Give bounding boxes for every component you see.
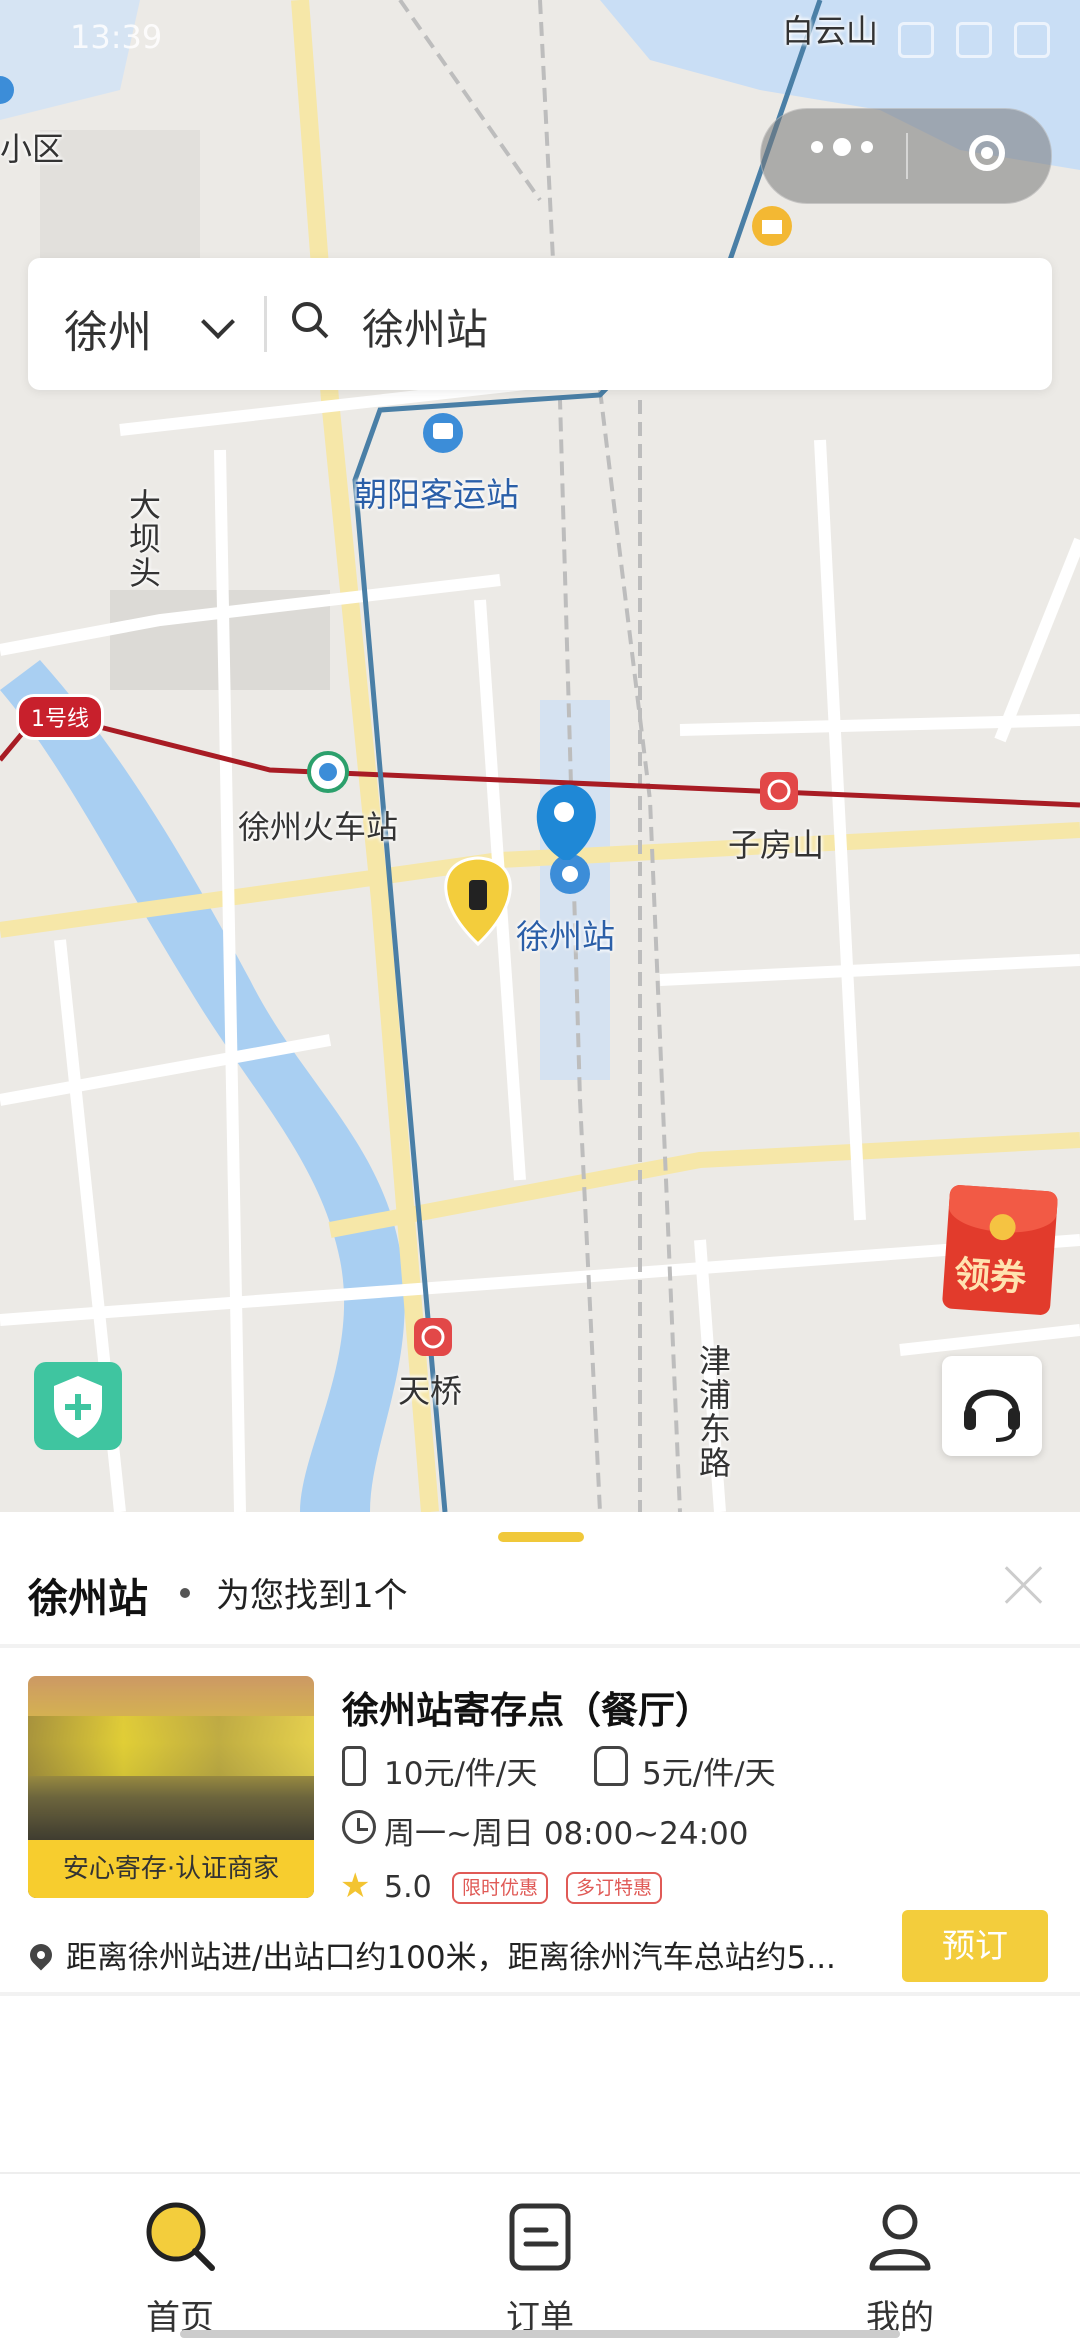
safety-shield-button[interactable] <box>34 1362 122 1450</box>
map-label-zifangshan[interactable]: 子房山 <box>728 820 824 866</box>
metro-line-badge: 1号线 <box>16 694 104 740</box>
red-envelope-icon <box>988 1213 1017 1242</box>
battery-icon <box>1014 22 1050 58</box>
map-label-tianqiao[interactable]: 天桥 <box>398 1366 462 1412</box>
miniprogram-capsule <box>760 108 1052 204</box>
map-label-chaoyang[interactable]: 朝阳客运站 <box>354 468 519 516</box>
status-time: 13:39 <box>70 18 163 56</box>
signal-icon <box>956 22 992 58</box>
order-icon <box>509 2203 571 2271</box>
headset-icon <box>964 1389 1020 1442</box>
storage-card[interactable]: 安心寄存·认证商家 徐州站寄存点（餐厅） 10元/件/天 5元/件/天 周一~周… <box>0 1648 1080 1988</box>
tag-multi-order: 多订特惠 <box>566 1872 663 1904</box>
tag-limited-offer: 限时优惠 <box>452 1872 549 1904</box>
chevron-down-icon[interactable] <box>201 305 235 339</box>
map-label-baiyunshan: 白云山 <box>782 12 879 50</box>
backpack-icon <box>594 1746 628 1786</box>
map-label-jinpu: 津浦东路 <box>694 1344 732 1480</box>
tab-bar: 首页 订单 我的 <box>0 2172 1080 2342</box>
map-canvas[interactable] <box>0 0 1080 1512</box>
shield-plus-icon <box>54 1376 102 1438</box>
map-view[interactable]: 13:39 白云山 小区 朝阳客运站 大坝头 1号线 徐州火车站 子房山 徐州站… <box>0 0 1080 1512</box>
tab-profile[interactable]: 我的 <box>810 2196 990 2338</box>
sheet-drag-handle[interactable] <box>498 1532 584 1542</box>
map-label-xuzhou-station[interactable]: 徐州站 <box>516 910 615 958</box>
storage-name[interactable]: 徐州站寄存点（餐厅） <box>342 1680 712 1734</box>
coupon-label: 领券 <box>952 1253 1028 1300</box>
rating-value: 5.0 <box>384 1870 432 1905</box>
profile-icon <box>869 2204 931 2271</box>
opening-hours: 周一~周日 08:00~24:00 <box>384 1816 749 1852</box>
certified-badge: 安心寄存·认证商家 <box>28 1840 314 1898</box>
city-selector[interactable]: 徐州 <box>64 296 152 360</box>
price-luggage: 10元/件/天 <box>384 1756 538 1792</box>
close-miniprogram-icon[interactable] <box>969 135 1005 171</box>
wifi-icon <box>898 22 934 58</box>
luggage-icon <box>342 1746 366 1786</box>
price-bag: 5元/件/天 <box>642 1756 776 1792</box>
results-title: 徐州站 <box>28 1576 148 1622</box>
tab-home[interactable]: 首页 <box>90 2196 270 2338</box>
book-button[interactable]: 预订 <box>902 1910 1048 1982</box>
map-label-xiaoqu: 小区 <box>0 130 65 168</box>
search-input[interactable]: 徐州站 <box>362 296 488 357</box>
results-count: 为您找到1个 <box>216 1576 408 1616</box>
location-pin-icon <box>25 1939 57 1971</box>
star-icon: ★ <box>340 1866 371 1906</box>
close-icon[interactable] <box>1004 1564 1044 1604</box>
map-label-daba: 大坝头 <box>124 488 162 590</box>
home-indicator <box>180 2330 900 2338</box>
results-sheet: 徐州站 为您找到1个 安心寄存·认证商家 徐州站寄存点（餐厅） 10元/件/天 … <box>0 1512 1080 2172</box>
storage-address: 距离徐州站进/出站口约100米，距离徐州汽车总站约5... <box>66 1940 836 1976</box>
status-bar: 13:39 <box>70 18 1050 64</box>
clock-icon <box>342 1810 376 1844</box>
home-search-icon <box>146 2202 215 2271</box>
search-icon <box>292 302 329 339</box>
storage-photo: 安心寄存·认证商家 <box>28 1676 314 1898</box>
map-label-xuzhou-train[interactable]: 徐州火车站 <box>238 802 398 848</box>
customer-service-button[interactable] <box>942 1356 1042 1456</box>
search-bar[interactable]: 徐州 徐州站 <box>28 258 1052 390</box>
coupon-button[interactable]: 领券 <box>941 1184 1059 1316</box>
status-icons <box>898 22 1050 58</box>
more-icon[interactable] <box>811 138 873 156</box>
tab-orders[interactable]: 订单 <box>450 2196 630 2338</box>
